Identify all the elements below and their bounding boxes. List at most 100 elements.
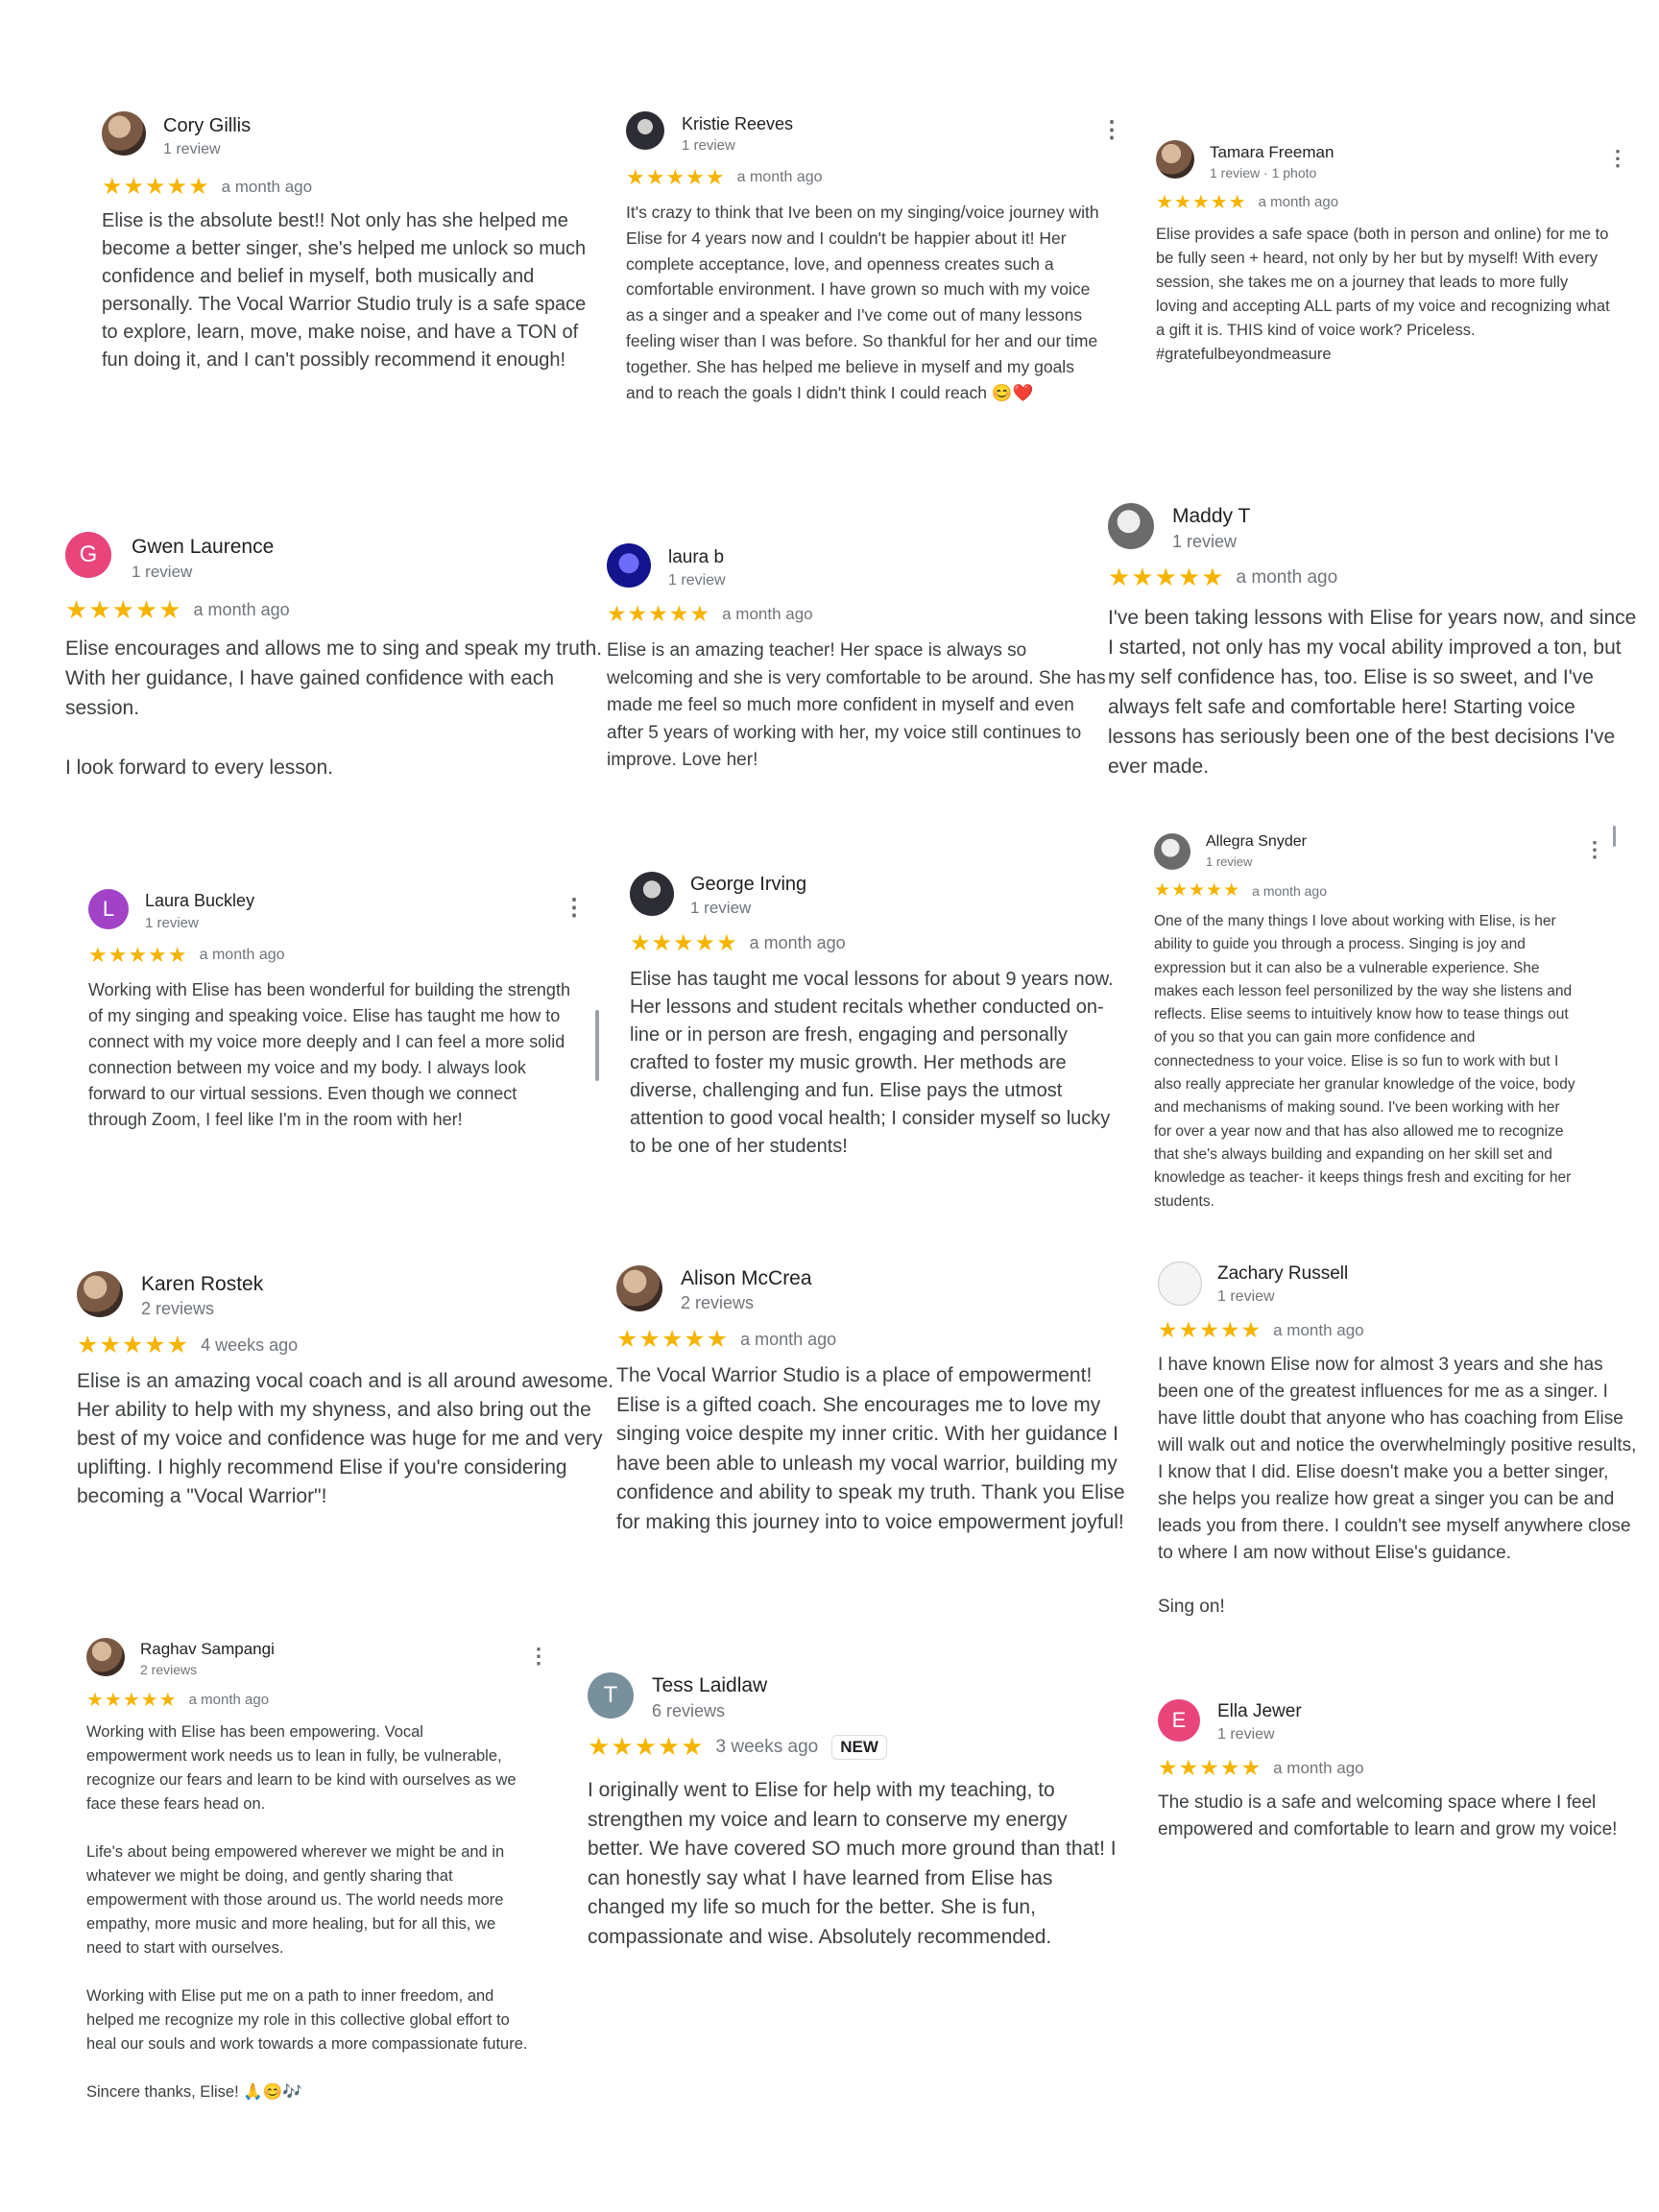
avatar[interactable]: [1108, 503, 1154, 549]
reviewer-name[interactable]: Gwen Laurence: [132, 536, 274, 559]
review-text: Elise encourages and allows me to sing a…: [65, 637, 603, 779]
rating-row: ★★★★★ a month ago: [630, 929, 846, 957]
review-card: Raghav Sampangi 2 reviews ⋮ ★★★★★ a mont…: [86, 1638, 557, 2137]
star-rating: ★★★★★: [86, 1690, 178, 1711]
reviewer-name[interactable]: Tamara Freeman: [1210, 143, 1334, 162]
scrollbar[interactable]: [595, 1010, 599, 1081]
avatar[interactable]: E: [1158, 1699, 1200, 1742]
review-text: Working with Elise has been wonderful fo…: [88, 980, 570, 1129]
reviewer-name[interactable]: Karen Rostek: [141, 1273, 263, 1296]
rating-row: ★★★★★ a month ago: [1158, 1317, 1364, 1343]
review-date: a month ago: [188, 1692, 270, 1708]
review-date: a month ago: [749, 933, 846, 952]
review-date: 4 weeks ago: [201, 1334, 299, 1355]
review-text: I originally went to Elise for help with…: [588, 1779, 1117, 1948]
reviewer-name[interactable]: Cory Gillis: [163, 115, 251, 137]
scrollbar[interactable]: [1613, 826, 1616, 847]
rating-row: ★★★★★ a month ago: [86, 1688, 269, 1712]
reviewer-name[interactable]: Alison McCrea: [681, 1267, 812, 1290]
reviewer-name[interactable]: laura b: [668, 547, 724, 568]
review-date: a month ago: [221, 177, 313, 196]
rating-row: ★★★★★ a month ago: [1108, 563, 1337, 592]
reviewer-name[interactable]: Raghav Sampangi: [140, 1640, 275, 1659]
review-text: Elise is an amazing teacher! Her space i…: [607, 640, 1106, 770]
more-vert-icon[interactable]: ⋮: [1607, 148, 1628, 169]
reviewer-name[interactable]: Laura Buckley: [145, 891, 254, 911]
review-count: 1 review: [1206, 854, 1253, 869]
avatar[interactable]: [616, 1265, 662, 1311]
avatar[interactable]: [1156, 140, 1194, 179]
rating-row: ★★★★★ a month ago: [607, 601, 813, 627]
avatar[interactable]: [1158, 1262, 1202, 1306]
star-rating: ★★★★★: [607, 601, 711, 626]
star-rating: ★★★★★: [77, 1332, 190, 1358]
rating-row: ★★★★★ a month ago: [1158, 1755, 1364, 1781]
review-text: Elise is the absolute best!! Not only ha…: [102, 210, 587, 371]
review-date: a month ago: [1236, 566, 1338, 588]
avatar[interactable]: T: [588, 1672, 634, 1719]
rating-row: ★★★★★ 3 weeks ago NEW: [588, 1732, 887, 1762]
star-rating: ★★★★★: [630, 930, 738, 956]
avatar[interactable]: [630, 872, 674, 916]
review-card: Cory Gillis 1 review ★★★★★ a month ago E…: [102, 111, 601, 419]
rating-row: ★★★★★ 4 weeks ago: [77, 1331, 298, 1359]
reviewer-name[interactable]: Allegra Snyder: [1206, 833, 1307, 851]
review-count: 2 reviews: [140, 1662, 198, 1677]
rating-row: ★★★★★ a month ago: [102, 173, 312, 201]
avatar[interactable]: G: [65, 532, 111, 578]
more-vert-icon[interactable]: ⋮: [1100, 119, 1123, 142]
review-card: Alison McCrea 2 reviews ★★★★★ a month ag…: [616, 1265, 1135, 1573]
review-date: a month ago: [1258, 194, 1339, 210]
more-vert-icon[interactable]: ⋮: [563, 897, 586, 920]
review-card: G Gwen Laurence 1 review ★★★★★ a month a…: [65, 532, 603, 791]
reviewer-name[interactable]: Kristie Reeves: [682, 114, 793, 134]
review-card: Zachary Russell 1 review ★★★★★ a month a…: [1158, 1262, 1638, 1655]
avatar[interactable]: [626, 111, 664, 150]
star-rating: ★★★★★: [1158, 1755, 1262, 1780]
review-text: It's crazy to think that Ive been on my …: [626, 203, 1099, 402]
avatar[interactable]: [102, 111, 146, 156]
reviewer-name[interactable]: Zachary Russell: [1217, 1263, 1348, 1285]
review-card: L Laura Buckley 1 review ⋮ ★★★★★ a month…: [88, 889, 588, 1167]
review-date: a month ago: [1252, 882, 1328, 899]
reviewer-name[interactable]: Ella Jewer: [1217, 1701, 1302, 1722]
review-text: Elise is an amazing vocal coach and is a…: [77, 1370, 614, 1507]
star-rating: ★★★★★: [588, 1732, 705, 1761]
review-card: Tamara Freeman 1 review · 1 photo ⋮ ★★★★…: [1156, 140, 1628, 390]
star-rating: ★★★★★: [1154, 880, 1241, 901]
avatar[interactable]: [607, 543, 651, 588]
review-card: Kristie Reeves 1 review ⋮ ★★★★★ a month …: [626, 111, 1123, 467]
reviewer-name[interactable]: Tess Laidlaw: [652, 1674, 767, 1697]
review-card: T Tess Laidlaw 6 reviews ★★★★★ 3 weeks a…: [588, 1672, 1125, 1960]
review-text: The Vocal Warrior Studio is a place of e…: [616, 1364, 1125, 1533]
review-date: a month ago: [1273, 1758, 1364, 1777]
reviewer-name[interactable]: Maddy T: [1172, 505, 1250, 528]
review-count: 1 review: [690, 899, 752, 917]
rating-row: ★★★★★ a month ago: [1156, 190, 1338, 214]
avatar[interactable]: L: [88, 889, 129, 929]
review-count: 1 review: [163, 141, 221, 157]
avatar[interactable]: [77, 1271, 123, 1317]
review-count: 1 review: [1172, 532, 1238, 551]
review-card: Allegra Snyder 1 review ⋮ ★★★★★ a month …: [1154, 833, 1615, 1246]
star-rating: ★★★★★: [1108, 563, 1225, 591]
more-vert-icon[interactable]: ⋮: [1584, 839, 1605, 860]
review-card: E Ella Jewer 1 review ★★★★★ a month ago …: [1158, 1699, 1638, 1891]
avatar[interactable]: [1154, 833, 1190, 870]
review-card: laura b 1 review ★★★★★ a month ago Elise…: [607, 543, 1106, 783]
more-vert-icon[interactable]: ⋮: [528, 1646, 549, 1667]
review-count: 1 review · 1 photo: [1210, 165, 1317, 180]
review-card: Karen Rostek 2 reviews ★★★★★ 4 weeks ago…: [77, 1271, 614, 1530]
star-rating: ★★★★★: [102, 174, 210, 200]
star-rating: ★★★★★: [88, 943, 188, 967]
review-count: 1 review: [682, 137, 735, 154]
reviewer-name[interactable]: George Irving: [690, 874, 806, 896]
avatar[interactable]: [86, 1638, 125, 1676]
review-date: a month ago: [199, 947, 285, 963]
review-count: 2 reviews: [141, 1299, 215, 1318]
star-rating: ★★★★★: [1158, 1317, 1262, 1342]
review-count: 1 review: [668, 572, 726, 589]
review-text: I have known Elise now for almost 3 year…: [1158, 1355, 1637, 1617]
review-date: 3 weeks ago: [715, 1736, 819, 1757]
review-text: Elise provides a safe space (both in per…: [1156, 226, 1610, 363]
